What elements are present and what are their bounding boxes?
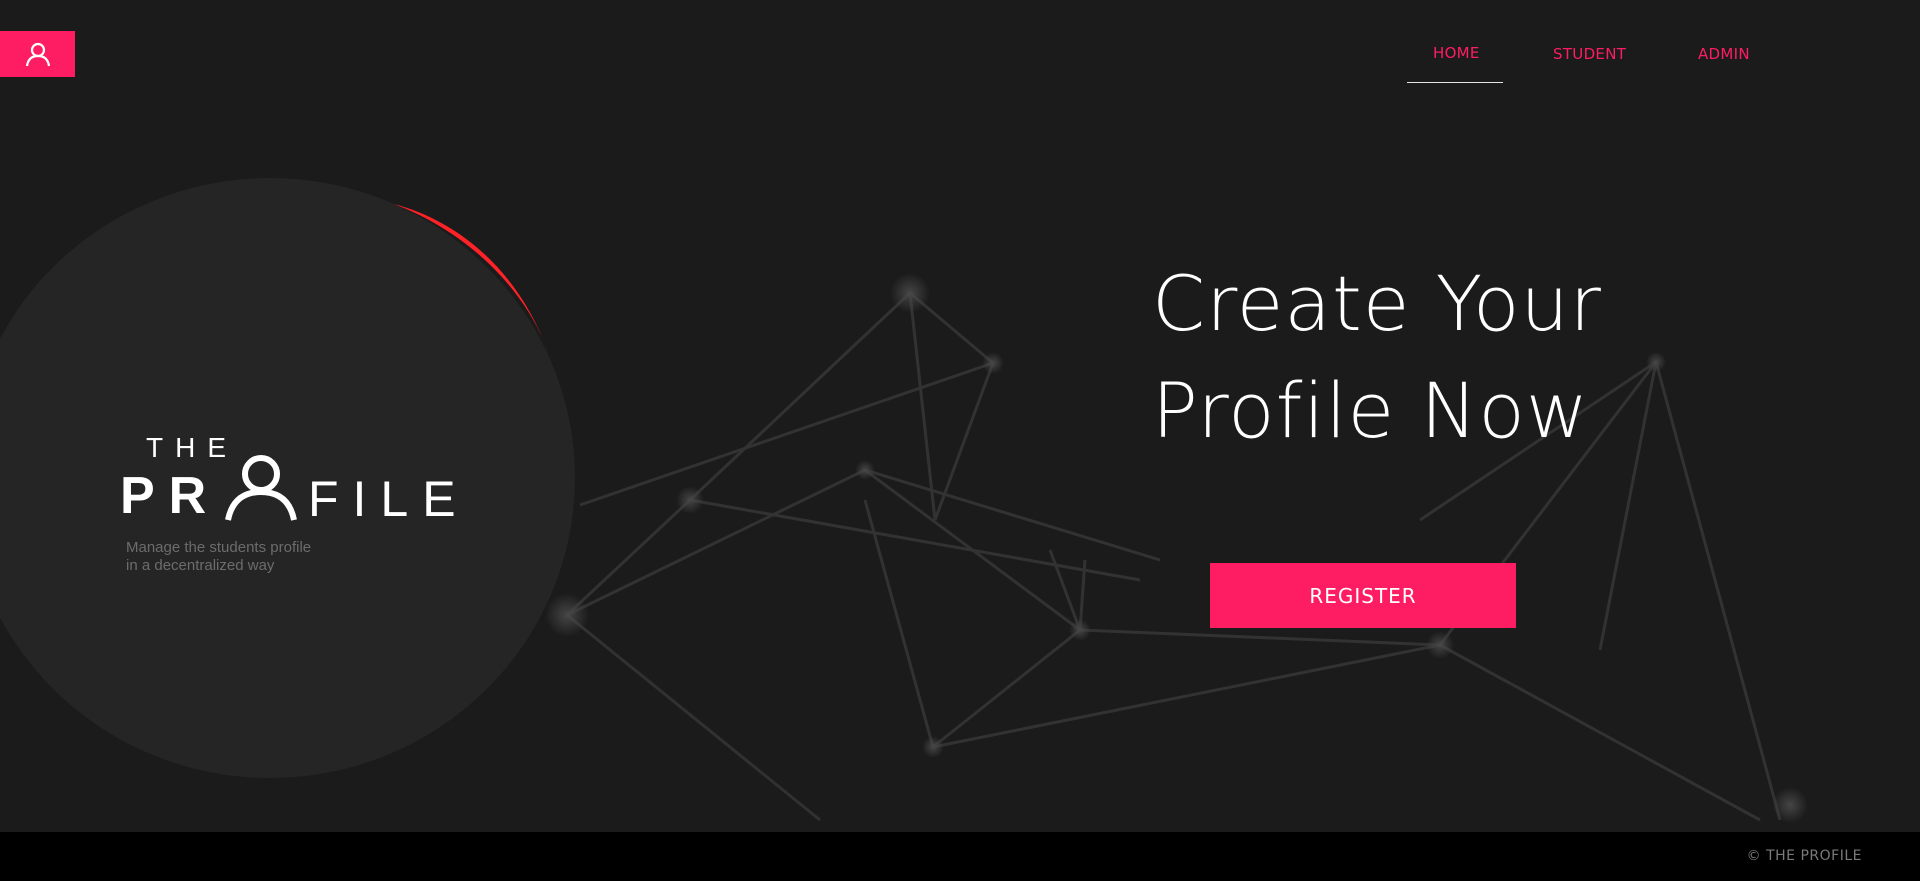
user-icon [25, 42, 50, 67]
tagline: Manage the students profile in a decentr… [126, 539, 356, 575]
footer: © THE PROFILE [0, 832, 1920, 881]
hero-title-line-2: Profile Now [1152, 366, 1589, 455]
nav-home[interactable]: HOME [1433, 44, 1480, 62]
nav-student[interactable]: STUDENT [1553, 45, 1626, 63]
hero-title-line-1: Create Your [1152, 259, 1602, 348]
person-icon [225, 455, 297, 521]
nav-admin[interactable]: ADMIN [1698, 45, 1750, 63]
logo-file-text: FILE [308, 471, 470, 527]
user-account-button[interactable] [0, 31, 75, 77]
register-button[interactable]: REGISTER [1210, 563, 1516, 628]
tagline-line-2: in a decentralized way [126, 557, 275, 574]
brand-logo: THE PR FILE [120, 430, 460, 527]
tagline-line-1: Manage the students profile [126, 539, 312, 556]
footer-copyright: © THE PROFILE [1746, 848, 1862, 864]
nav-active-underline [1407, 82, 1503, 83]
hero-title: Create Your Profile Now [1152, 250, 1672, 464]
landing-page: THE PR FILE Manage the students profile … [0, 0, 1920, 881]
logo-pr-text: PR [120, 467, 221, 525]
